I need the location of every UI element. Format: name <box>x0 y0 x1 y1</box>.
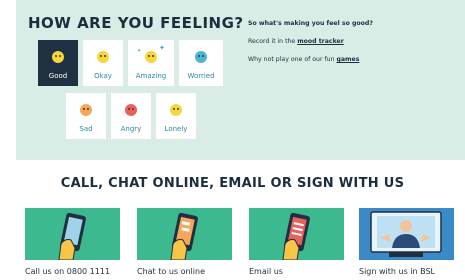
chat-online-label[interactable]: Chat to us online <box>137 267 205 276</box>
mood-title: HOW ARE YOU FEELING? <box>28 14 244 32</box>
mood-prompt-heading: So what's making you feel so good? <box>248 20 373 27</box>
sign-bsl-label[interactable]: Sign with us in BSL <box>359 267 435 276</box>
sparkle-icon: ✦ <box>159 44 165 52</box>
lonely-face-icon <box>170 104 182 116</box>
phone-call-icon <box>58 212 86 260</box>
email-us-card[interactable] <box>249 208 344 260</box>
mood-label: Angry <box>120 125 142 133</box>
mood-option-okay[interactable]: Okay <box>83 40 123 86</box>
mood-label: Worried <box>187 72 215 80</box>
chat-online-card[interactable] <box>137 208 232 260</box>
neutral-face-icon <box>97 51 109 63</box>
games-link[interactable]: games <box>336 56 359 63</box>
mood-tracker-prompt: Record it in the mood tracker <box>248 38 344 45</box>
mood-label: Good <box>48 72 68 80</box>
mood-option-lonely[interactable]: Lonely <box>156 93 196 139</box>
sign-bsl-card[interactable] <box>359 208 454 260</box>
call-us-label[interactable]: Call us on 0800 1111 <box>25 267 110 276</box>
sad-face-icon <box>80 104 92 116</box>
happy-face-icon <box>52 51 64 63</box>
mood-label: Sad <box>79 125 93 133</box>
worried-face-icon <box>195 51 207 63</box>
mood-label: Lonely <box>164 125 188 133</box>
tracker-prefix: Record it in the <box>248 38 298 45</box>
call-us-card[interactable] <box>25 208 120 260</box>
contact-heading: CALL, CHAT ONLINE, EMAIL OR SIGN WITH US <box>60 176 405 191</box>
mood-tracker-link[interactable]: mood tracker <box>297 38 344 45</box>
bsl-sign-icon <box>370 211 442 257</box>
mood-option-amazing[interactable]: ✦ ✦ Amazing <box>128 40 174 86</box>
games-prefix: Why not play one of our fun <box>248 56 337 63</box>
email-phone-icon <box>282 212 310 260</box>
angry-face-icon <box>125 104 137 116</box>
mood-label: Okay <box>94 72 112 80</box>
mood-panel: HOW ARE YOU FEELING? Good Okay ✦ ✦ Amazi… <box>16 0 465 160</box>
chat-phone-icon <box>170 212 198 260</box>
mood-option-good[interactable]: Good <box>38 40 78 86</box>
mood-option-worried[interactable]: Worried <box>179 40 223 86</box>
amazing-face-icon <box>145 51 157 63</box>
email-us-label[interactable]: Email us <box>249 267 283 276</box>
mood-label: Amazing <box>135 72 167 80</box>
mood-option-sad[interactable]: Sad <box>66 93 106 139</box>
sparkle-icon: ✦ <box>137 48 142 54</box>
mood-option-angry[interactable]: Angry <box>111 93 151 139</box>
games-prompt: Why not play one of our fun games <box>248 56 359 63</box>
